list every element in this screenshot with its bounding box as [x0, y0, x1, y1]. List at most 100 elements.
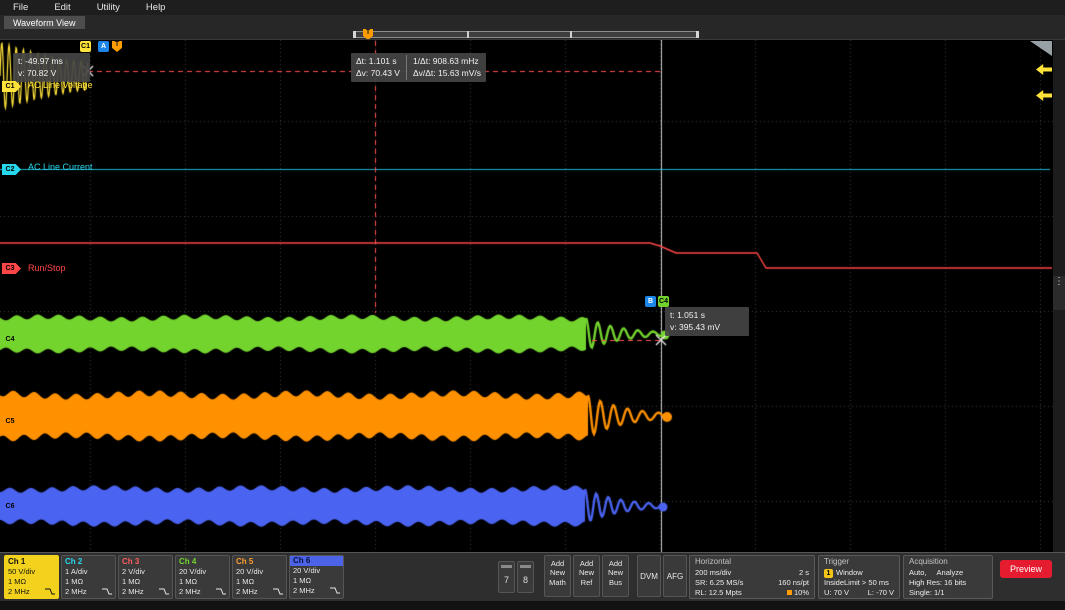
add-math-line3: Math [545, 578, 570, 587]
label-ac-line-voltage: AC Line Voltage [28, 80, 93, 90]
channel-badge-ch1[interactable]: Ch 1 50 V/div 1 MΩ 2 MHz [4, 555, 59, 599]
channel-scale: 20 V/div [236, 567, 283, 577]
cursor-a-voltage: v: 70.82 V [18, 67, 85, 79]
horizontal-sample-rate: SR: 6.25 MS/s [695, 578, 743, 588]
channel-7-button[interactable]: 7 [498, 561, 515, 593]
channel-impedance: 1 MΩ [293, 576, 340, 586]
horizontal-resolution: 160 ns/pt [778, 578, 809, 588]
channel-bandwidth: 2 MHz [8, 587, 30, 597]
horizontal-length: 2 s [799, 568, 809, 578]
bandwidth-limit-icon [159, 588, 169, 595]
minimap-window-tick-right [570, 31, 572, 38]
channel-name: Ch 2 [65, 557, 112, 567]
channel-scale: 50 V/div [8, 567, 55, 577]
channel-name: Ch 1 [8, 557, 55, 567]
acquisition-panel[interactable]: Acquisition Auto, Analyze High Res: 16 b… [903, 555, 993, 599]
add-new-math-button[interactable]: Add New Math [544, 555, 571, 597]
horizontal-record-length: RL: 12.5 Mpts [695, 588, 742, 598]
trigger-detail: InsideLimit > 50 ms [824, 578, 894, 588]
bandwidth-limit-icon [330, 587, 340, 594]
afg-button[interactable]: AFG [663, 555, 687, 597]
minimap-window-tick-left [467, 31, 469, 38]
add-bus-line3: Bus [603, 578, 628, 587]
dvm-button[interactable]: DVM [637, 555, 661, 597]
menu-help[interactable]: Help [146, 2, 166, 13]
acquisition-analyze: Analyze [937, 568, 964, 578]
trigger-position-icon [787, 590, 792, 595]
acquisition-detail: High Res: 16 bits [909, 578, 987, 588]
header-strip: Waveform View T [0, 15, 1065, 39]
channel-badge-ch2[interactable]: Ch 2 1 A/div 1 MΩ 2 MHz [61, 555, 116, 599]
cursor-delta-readout: Δt: 1.101 s Δv: 70.43 V 1/Δt: 908.63 mHz… [351, 53, 486, 82]
delta-v-per-t: Δv/Δt: 15.63 mV/s [413, 67, 481, 79]
channel-badge-ch3[interactable]: Ch 3 2 V/div 1 MΩ 2 MHz [118, 555, 173, 599]
trigger-upper-level: U: 70 V [824, 588, 849, 598]
bandwidth-limit-icon [102, 588, 112, 595]
cursor-a-channel-badge[interactable]: C1 [80, 41, 91, 52]
bottombar-spacer [346, 553, 498, 554]
add-new-ref-button[interactable]: Add New Ref [573, 555, 600, 597]
channel-bandwidth: 2 MHz [236, 587, 258, 597]
horizontal-position-value: 10% [794, 588, 809, 597]
cursor-b-time: t: 1.051 s [670, 309, 744, 321]
channel-impedance: 1 MΩ [122, 577, 169, 587]
add-ref-line1: Add [574, 559, 599, 568]
add-new-bus-button[interactable]: Add New Bus [602, 555, 629, 597]
menu-file[interactable]: File [13, 2, 28, 13]
channel-name: Ch 6 [290, 556, 343, 566]
menu-bar: File Edit Utility Help [0, 0, 1065, 15]
cursor-b-readout: t: 1.051 s v: 395.43 mV [665, 307, 749, 336]
preview-button[interactable]: Preview [1000, 560, 1052, 578]
cursor-b-badge[interactable]: B [645, 296, 656, 307]
trigger-source-badge: 1 [824, 569, 833, 578]
minimap-right-bracket [696, 31, 699, 38]
add-math-line1: Add [545, 559, 570, 568]
label-ac-line-current: AC Line Current [28, 162, 93, 172]
cursor-a-badge[interactable]: A [98, 41, 109, 52]
add-math-line2: New [545, 568, 570, 577]
channel-impedance: 1 MΩ [65, 577, 112, 587]
minimap-left-bracket [353, 31, 356, 38]
add-bus-line1: Add [603, 559, 628, 568]
channel-scale: 20 V/div [293, 566, 340, 576]
channel-scale: 2 V/div [122, 567, 169, 577]
menu-edit[interactable]: Edit [54, 2, 70, 13]
channel-badge-ch4[interactable]: Ch 4 20 V/div 1 MΩ 2 MHz [175, 555, 230, 599]
channel-bandwidth: 2 MHz [122, 587, 144, 597]
delta-v: Δv: 70.43 V [356, 67, 400, 79]
horizontal-scale: 200 ms/div [695, 568, 731, 578]
channel-7-indicator [501, 565, 512, 568]
waveform-view: C1 A T t: -49.97 ms v: 70.82 V Δt: 1.101… [0, 39, 1065, 552]
acquisition-mode: Auto, [909, 568, 927, 578]
horizontal-position: 10% [787, 588, 809, 598]
trigger-mode: Window [836, 568, 863, 577]
channel-impedance: 1 MΩ [236, 577, 283, 587]
add-ref-line3: Ref [574, 578, 599, 587]
scrollbar-handle[interactable]: ⋮ [1053, 276, 1065, 310]
channel-8-button[interactable]: 8 [517, 561, 534, 593]
menu-utility[interactable]: Utility [97, 2, 120, 13]
tab-waveform-view[interactable]: Waveform View [4, 16, 85, 29]
delta-col-2: 1/Δt: 908.63 mHz Δv/Δt: 15.63 mV/s [406, 55, 481, 80]
channel-bandwidth: 2 MHz [179, 587, 201, 597]
bandwidth-limit-icon [45, 588, 55, 595]
channel-8-label: 8 [523, 575, 528, 585]
cursor-b-voltage: v: 395.43 mV [670, 321, 744, 333]
channel-badge-ch6[interactable]: Ch 6 20 V/div 1 MΩ 2 MHz [289, 555, 344, 599]
waveform-canvas[interactable] [0, 40, 1065, 553]
trigger-lower-level: L: -70 V [868, 588, 894, 598]
acquisition-title: Acquisition [909, 557, 987, 568]
settings-bar: Ch 1 50 V/div 1 MΩ 2 MHz Ch 2 1 A/div 1 … [0, 552, 1065, 601]
cursor-b-channel-badge[interactable]: C4 [658, 296, 669, 307]
channel-name: Ch 5 [236, 557, 283, 567]
channel-name: Ch 3 [122, 557, 169, 567]
cursor-a-time: t: -49.97 ms [18, 55, 85, 67]
channel-impedance: 1 MΩ [179, 577, 226, 587]
horizontal-position-bar[interactable]: T [353, 31, 699, 38]
add-bus-line2: New [603, 568, 628, 577]
horizontal-panel[interactable]: Horizontal 200 ms/div 2 s SR: 6.25 MS/s … [689, 555, 815, 599]
cursor-a-readout: t: -49.97 ms v: 70.82 V [13, 53, 90, 82]
channel-badge-ch5[interactable]: Ch 5 20 V/div 1 MΩ 2 MHz [232, 555, 287, 599]
vertical-scrollbar[interactable]: ⋮ [1053, 40, 1065, 553]
trigger-panel[interactable]: Trigger 1Window InsideLimit > 50 ms U: 7… [818, 555, 900, 599]
